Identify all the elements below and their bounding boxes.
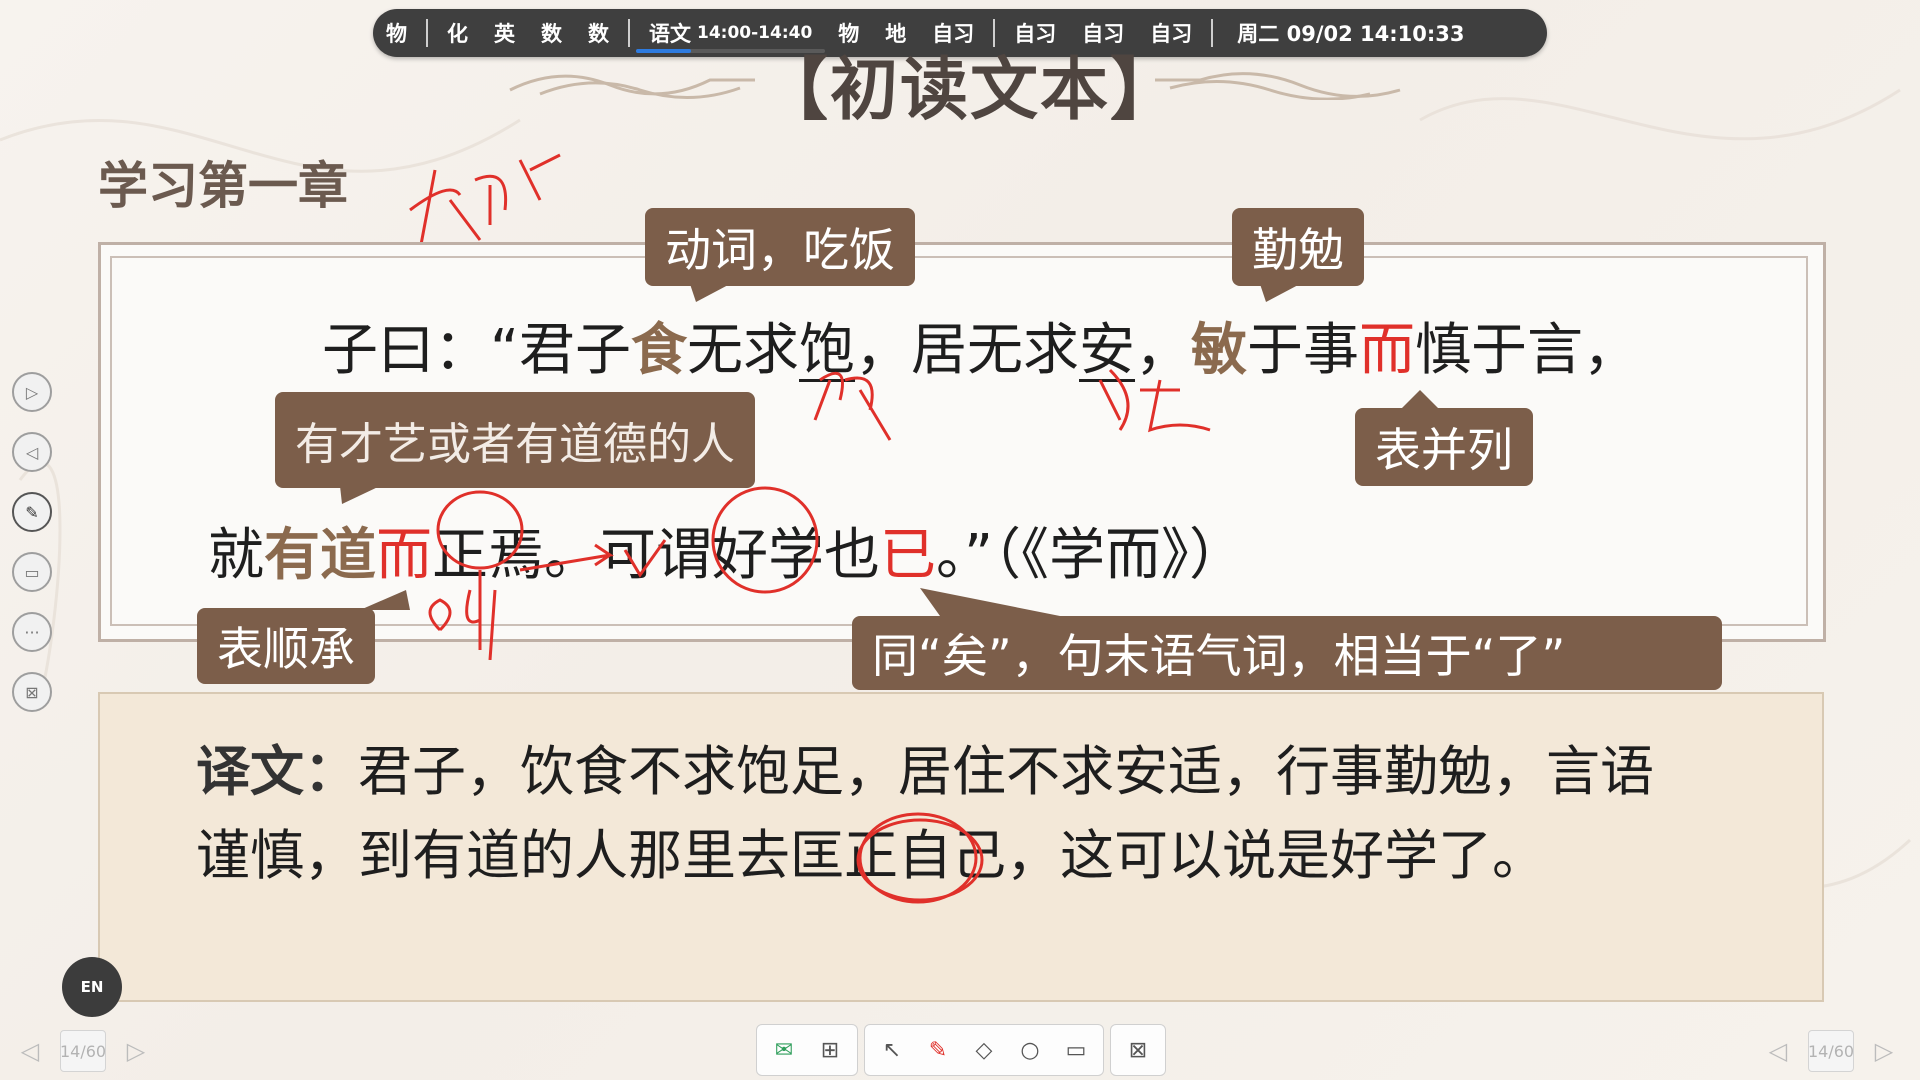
bubble-pointer (690, 284, 730, 302)
next-slide-button[interactable]: ▷ (12, 372, 52, 412)
chevron-right-icon: ▷ (1874, 1037, 1894, 1065)
pager-right: ◁ 14/60 ▷ (1760, 1030, 1902, 1072)
annotation-verb: 动词，吃饭 (645, 208, 915, 286)
pen-icon: ✎ (25, 502, 39, 522)
translation-label: 译文： (196, 740, 358, 803)
pager-left: ◁ 14/60 ▷ (12, 1030, 154, 1072)
envelope-icon: ✉ (774, 1037, 794, 1063)
period-progress-fill (636, 49, 691, 53)
cloud-ornament-right (1155, 72, 1401, 100)
next-page-button-right[interactable]: ▷ (1866, 1031, 1902, 1071)
period-math-1[interactable]: 数 (528, 18, 575, 48)
back-icon: ◁ (25, 442, 39, 462)
prev-page-button[interactable]: ◁ (12, 1031, 48, 1071)
period-english[interactable]: 英 (481, 18, 528, 48)
annotation-sequence: 表顺承 (197, 608, 375, 684)
current-subject: 语文 (649, 22, 691, 46)
period-math-2[interactable]: 数 (575, 18, 622, 48)
more-button[interactable]: ··· (12, 612, 52, 652)
language-button[interactable]: EN (62, 957, 122, 1017)
divider (628, 19, 630, 47)
search-icon: ○ (1020, 1037, 1040, 1063)
more-icon: ··· (24, 622, 40, 642)
cloud-ornament-left (509, 74, 755, 100)
next-page-button[interactable]: ▷ (118, 1031, 154, 1071)
exit-presentation-button[interactable]: ⊠ (12, 672, 52, 712)
date-clock: 周二 09/02 14:10:33 (1237, 22, 1465, 46)
bubble-pointer (1400, 390, 1440, 410)
exit-icon: ⊠ (25, 682, 39, 702)
prev-slide-button[interactable]: ◁ (12, 432, 52, 472)
ink-circle-correct (856, 812, 984, 904)
toolbar-group-tools: ↖ ✎ ◇ ○ ▭ (864, 1024, 1104, 1076)
eraser-icon: ◇ (975, 1037, 993, 1063)
annotation-parallel: 表并列 (1355, 408, 1533, 486)
page-indicator-right[interactable]: 14/60 (1808, 1030, 1854, 1072)
period-physics[interactable]: 物 (373, 18, 420, 48)
grid-icon: ⊞ (820, 1037, 840, 1063)
apps-grid-button[interactable]: ⊞ (809, 1029, 851, 1071)
toolbar-group-nav: ✉ ⊞ (756, 1024, 858, 1076)
cursor-icon: ↖ (882, 1037, 902, 1063)
chevron-left-icon: ◁ (20, 1037, 40, 1065)
slide-title: 【初读文本】 (760, 50, 1181, 130)
ink-annotations (428, 368, 1211, 660)
exit-icon: ⊠ (1128, 1037, 1148, 1063)
pen-icon: ✎ (928, 1037, 948, 1063)
bubble-pointer (340, 486, 380, 504)
chapter-heading: 学习第一章 (98, 157, 348, 215)
bottom-toolbar: ✉ ⊞ ↖ ✎ ◇ ○ ▭ ⊠ (756, 1024, 1166, 1076)
play-icon: ▷ (25, 382, 39, 402)
eraser-button[interactable]: ◇ (963, 1029, 1005, 1071)
period-chemistry[interactable]: 化 (434, 18, 481, 48)
prev-page-button-right[interactable]: ◁ (1760, 1031, 1796, 1071)
zoom-button[interactable]: ○ (1009, 1029, 1051, 1071)
toolbar-group-exit: ⊠ (1110, 1024, 1166, 1076)
board-icon: ▭ (24, 562, 40, 582)
select-tool-button[interactable]: ↖ (871, 1029, 913, 1071)
bubble-pointer (1260, 284, 1300, 302)
annotation-diligent: 勤勉 (1232, 208, 1364, 286)
chevron-left-icon: ◁ (1768, 1037, 1788, 1065)
bubble-pointer (360, 590, 410, 610)
pen-tool-button[interactable]: ✎ (12, 492, 52, 532)
app-switch-button[interactable]: ✉ (763, 1029, 805, 1071)
board-icon: ▭ (1065, 1037, 1087, 1063)
divider (426, 19, 428, 47)
whiteboard-tool-button[interactable]: ▭ (1055, 1029, 1097, 1071)
divider (1211, 19, 1214, 47)
page-indicator[interactable]: 14/60 (60, 1030, 106, 1072)
whiteboard-button[interactable]: ▭ (12, 552, 52, 592)
pen-button[interactable]: ✎ (917, 1029, 959, 1071)
chevron-right-icon: ▷ (126, 1037, 146, 1065)
end-show-button[interactable]: ⊠ (1117, 1029, 1159, 1071)
